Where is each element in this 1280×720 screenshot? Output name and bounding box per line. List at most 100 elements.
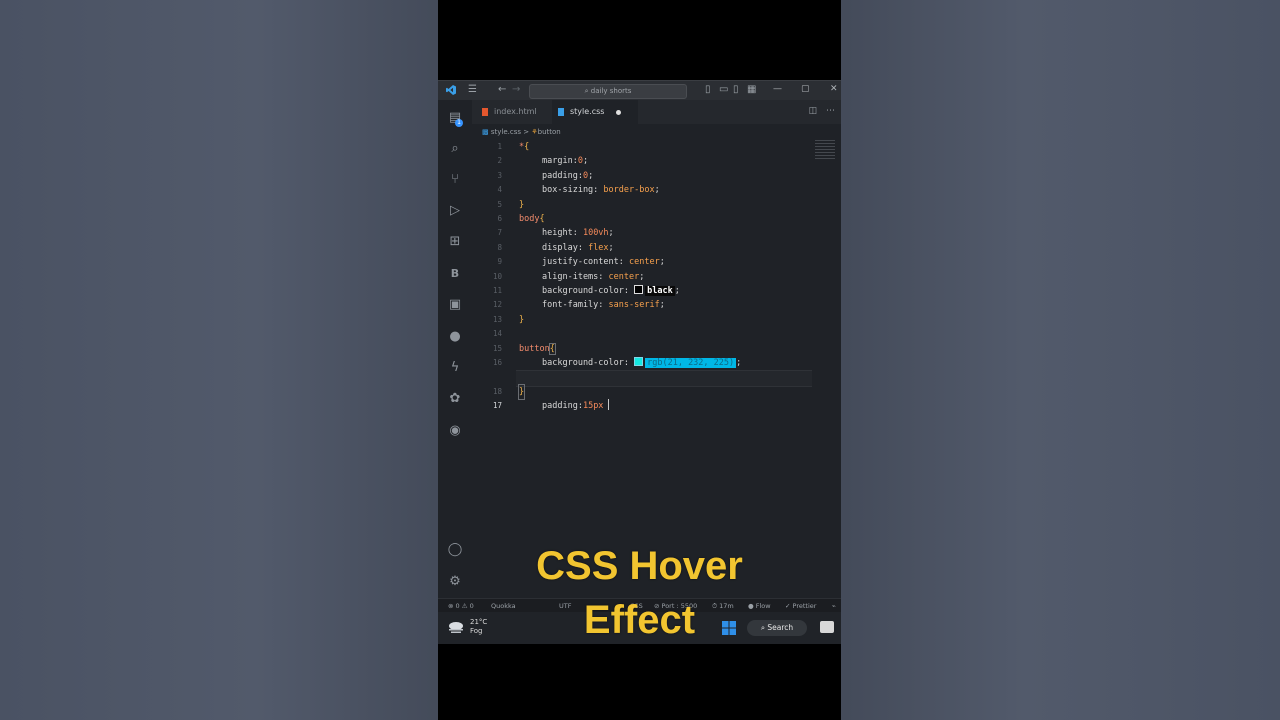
command-center-search[interactable]: ⌕ daily shorts (529, 84, 687, 99)
code-line: 6 body{ (472, 212, 812, 226)
forward-arrow-icon[interactable]: → (512, 84, 520, 96)
line-text: font-family: sans-serif; (542, 298, 665, 312)
css-file-icon: ▩ (482, 128, 491, 136)
customize-layout-icon[interactable]: ▦ (747, 84, 756, 96)
minimap[interactable] (815, 140, 835, 160)
source-control-icon[interactable]: ⑂ (447, 172, 463, 188)
semicolon-token: ; (659, 300, 665, 311)
activity-bar: ▤ 1 ⌕ ⑂ ▷ ⊞ B ▣ ● ϟ ✿ ◉ ◯ ⚙ (438, 100, 472, 600)
property-token: margin: (542, 156, 578, 167)
line-text: box-sizing: border-box; (542, 183, 660, 197)
line-number: 9 (497, 257, 502, 267)
code-line: 5} (472, 198, 812, 212)
brace-token: } (519, 314, 525, 325)
database-icon[interactable]: ▣ (447, 297, 463, 313)
semicolon-token: ; (588, 170, 594, 181)
line-text: padding:15px (542, 399, 610, 413)
property-token: height: (542, 228, 583, 239)
brace-token: { (524, 142, 530, 152)
paw-icon[interactable]: ✿ (447, 391, 463, 407)
breadcrumb-separator: > (523, 128, 530, 136)
live-share-icon[interactable]: ◉ (447, 423, 463, 439)
toggle-panel-icon[interactable]: ▭ (719, 84, 728, 96)
toggle-sidebar-icon[interactable]: ▯ (705, 84, 711, 96)
semicolon-token: ; (659, 257, 665, 268)
property-token: font-family: (542, 300, 609, 311)
code-line: 14 (472, 327, 812, 341)
editor-tabs: index.html style.css ◫ ⋯ (472, 100, 841, 124)
line-text: background-color: rgb(21, 232, 225); (542, 356, 741, 370)
css-file-icon (558, 107, 564, 116)
line-number: 17 (492, 401, 502, 411)
code-line: 12 font-family: sans-serif; (472, 298, 812, 312)
code-line: 2 margin:0; (472, 154, 812, 168)
property-token: box-sizing: (542, 185, 604, 196)
breadcrumb-symbol[interactable]: button (538, 128, 561, 136)
text-cursor (608, 399, 610, 411)
tab-style-css[interactable]: style.css (552, 100, 638, 124)
code-line: 9 justify-content: center; (472, 255, 812, 269)
semicolon-token: ; (608, 228, 614, 239)
vscode-logo-icon (446, 85, 456, 95)
code-line: 18} (472, 383, 812, 401)
html-file-icon (482, 107, 488, 116)
code-line: 4 box-sizing: border-box; (472, 183, 812, 197)
line-text: margin:0; (542, 154, 588, 168)
line-text: body{ (519, 212, 545, 226)
code-line: 1 *{ (472, 140, 812, 154)
line-text: *{ (519, 140, 529, 154)
title-bar: ☰ ← → ⌕ daily shorts ▯ ▭ ▯ ▦ — ▢ ✕ (438, 80, 841, 101)
semicolon-token: ; (582, 156, 589, 167)
back-arrow-icon[interactable]: ← (498, 84, 506, 96)
color-swatch-cyan[interactable] (634, 357, 644, 366)
bootstrap-icon[interactable]: B (447, 266, 463, 282)
run-debug-icon[interactable]: ▷ (447, 203, 463, 219)
search-icon[interactable]: ⌕ (447, 141, 463, 157)
caption-line-1: CSS Hover (536, 544, 743, 588)
property-token: display: (542, 242, 589, 253)
line-number: 2 (497, 156, 502, 166)
value-token: sans-serif (608, 300, 660, 311)
code-line: 15 button{ (472, 342, 812, 356)
github-icon[interactable]: ● (447, 329, 463, 345)
line-number: 5 (497, 199, 502, 209)
close-icon[interactable]: ✕ (830, 84, 838, 94)
split-editor-icon[interactable]: ◫ (809, 106, 818, 116)
caption-line-2: Effect (583, 598, 696, 642)
color-swatch-black[interactable] (634, 285, 644, 294)
code-editor[interactable]: 1 *{ 2 margin:0; 3 padding:0; 4 box-sizing: … (472, 140, 841, 411)
code-line: 8 display: flex; (472, 241, 812, 255)
code-line: 13} (472, 313, 812, 327)
extensions-icon[interactable]: ⊞ (447, 234, 463, 250)
code-line-current: 17 padding:15px (472, 370, 812, 411)
code-line: 3 padding:0; (472, 169, 812, 183)
breadcrumb-file[interactable]: style.css (491, 128, 521, 136)
semicolon-token: ; (736, 358, 742, 368)
tab-index-html[interactable]: index.html (476, 100, 552, 124)
line-number: 1 (497, 142, 502, 151)
line-number: 12 (492, 300, 502, 310)
selector-token: body (519, 214, 540, 224)
menu-icon[interactable]: ☰ (468, 84, 477, 96)
more-actions-icon[interactable]: ⋯ (826, 106, 835, 116)
quokka-icon[interactable]: ϟ (447, 360, 463, 376)
property-token: padding: (542, 401, 583, 412)
line-number: 11 (492, 286, 502, 295)
tab-label: style.css (570, 107, 605, 116)
minimize-icon[interactable]: — (773, 84, 782, 94)
brace-token: { (539, 214, 545, 224)
value-token: 15px (582, 401, 604, 412)
property-token: padding: (542, 170, 583, 181)
selector-token: button (519, 343, 550, 354)
code-line: 7 height: 100vh; (472, 226, 812, 240)
line-number: 10 (492, 271, 502, 281)
line-text: height: 100vh; (542, 226, 614, 240)
value-token: 100vh (582, 228, 609, 239)
toggle-secondary-sidebar-icon[interactable]: ▯ (733, 84, 739, 96)
tab-label: index.html (494, 107, 537, 116)
code-line: 16 background-color: rgb(21, 232, 225); (472, 356, 812, 370)
property-token: background-color: (542, 358, 635, 368)
maximize-icon[interactable]: ▢ (801, 84, 810, 94)
explorer-badge: 1 (455, 119, 463, 127)
brace-token: { (548, 342, 556, 355)
